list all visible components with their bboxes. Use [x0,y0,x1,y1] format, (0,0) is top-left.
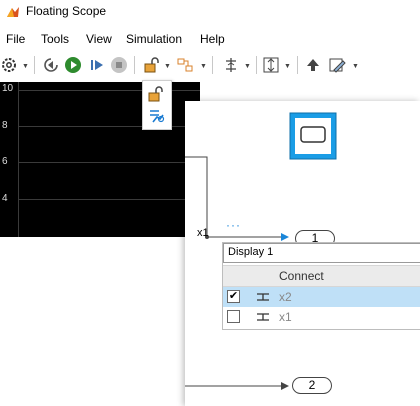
outport-block-2[interactable]: 2 [292,377,332,394]
display-select-value: Display 1 [228,246,274,258]
menu-help[interactable]: Help [200,32,225,46]
step-forward-icon[interactable] [88,56,106,74]
menu-view[interactable]: View [86,32,112,46]
gridline [18,126,200,127]
connect-checkbox[interactable]: ✔ [227,290,240,303]
style-dropdown-icon[interactable]: ▼ [352,63,359,70]
y-tick-label: 6 [2,156,8,167]
connect-checkbox[interactable] [227,310,240,323]
settings-icon[interactable] [0,56,18,74]
lock-icon[interactable] [142,56,160,74]
y-axis-line [18,82,19,237]
toolbar-separator [212,56,213,74]
signal-selector-icon[interactable] [176,56,194,74]
signal-port-icon [257,313,269,321]
signal-label-x1[interactable]: x1 [197,227,209,239]
gridline [18,90,200,91]
y-tick-label: 4 [2,193,8,204]
zoom-dropdown-icon[interactable]: ▼ [284,63,291,70]
menu-bar: File Tools View Simulation Help [0,30,420,50]
y-tick-label: 10 [2,83,14,94]
run-icon[interactable] [64,56,82,74]
matlab-logo-icon [7,7,19,17]
window-title: Floating Scope [26,4,107,18]
cursor-measure-icon[interactable] [222,56,240,74]
lock-menu [142,80,172,130]
signal-row[interactable]: x1 [223,307,420,327]
zoom-fit-icon[interactable] [262,56,280,74]
menu-file[interactable]: File [6,32,25,46]
toolbar: ▼ ▼ ▼ ▼ ▼ ▼ [0,52,420,78]
toolbar-separator [256,56,257,74]
signal-selector-dropdown-icon[interactable]: ▼ [200,63,207,70]
toolbar-separator [134,56,135,74]
title-bar: Floating Scope [0,0,420,24]
connect-header-label: Connect [279,269,324,283]
stop-icon[interactable] [110,56,128,74]
signal-name: x2 [279,290,292,304]
display-select-field[interactable]: Display 1 [223,243,420,263]
step-back-icon[interactable] [42,56,60,74]
y-tick-label: 8 [2,120,8,131]
highlight-icon[interactable] [304,56,322,74]
toolbar-separator [34,56,35,74]
lock-dropdown-icon[interactable]: ▼ [164,63,171,70]
display-block[interactable] [289,112,337,160]
settings-dropdown-icon[interactable]: ▼ [22,63,29,70]
signal-port-icon [257,293,269,301]
menu-tools[interactable]: Tools [41,32,69,46]
gridline [18,162,200,163]
signal-name: x1 [279,310,292,324]
style-icon[interactable] [328,56,346,74]
signal-row[interactable]: ✔ x2 [223,287,420,307]
menu-simulation[interactable]: Simulation [126,32,182,46]
connect-panel: Display 1 Connect ✔ x2 x1 [222,242,420,330]
connect-signal-icon[interactable] [147,107,165,125]
gridline [18,199,200,200]
toolbar-separator [297,56,298,74]
signal-options-icon[interactable]: ··· [226,218,241,232]
cursor-dropdown-icon[interactable]: ▼ [244,63,251,70]
unlock-icon[interactable] [147,85,165,103]
connect-header: Connect [223,265,420,287]
